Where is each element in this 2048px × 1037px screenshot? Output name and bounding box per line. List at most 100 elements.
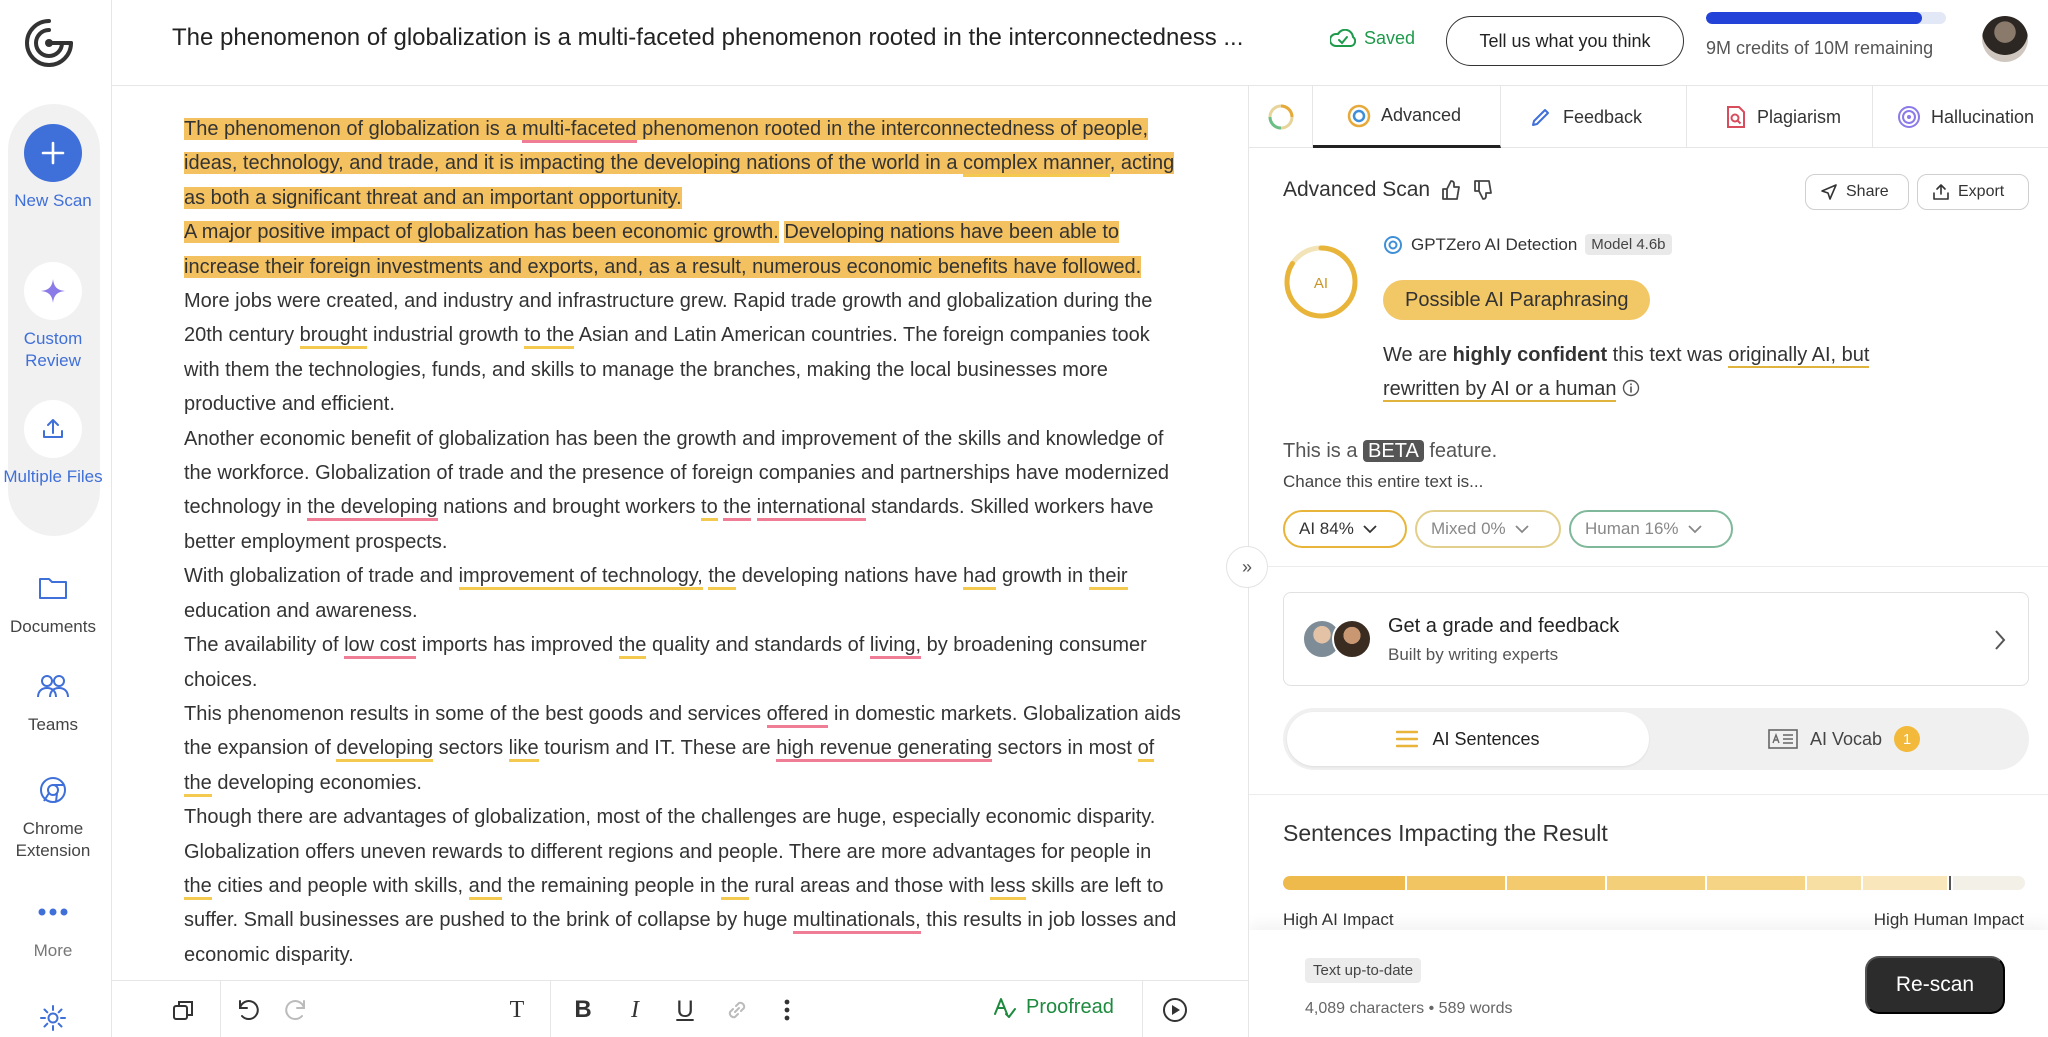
flagged-phrase[interactable]: low cost (344, 634, 417, 660)
plus-icon (24, 124, 82, 182)
editor[interactable]: The phenomenon of globalization is a mul… (112, 86, 1248, 980)
dots-icon (33, 892, 73, 932)
nav-documents[interactable]: Documents (0, 568, 106, 638)
flagged-phrase[interactable]: the (721, 874, 749, 900)
document-search-icon (1727, 106, 1745, 128)
expert-avatar (1332, 619, 1372, 659)
nav-teams[interactable]: Teams (0, 666, 106, 736)
human-probability-dropdown[interactable]: Human 16% (1569, 510, 1733, 548)
flagged-phrase[interactable]: brought (299, 324, 368, 350)
export-icon (1933, 184, 1949, 200)
info-icon[interactable] (1622, 379, 1640, 397)
flagged-phrase[interactable]: the developing (307, 496, 438, 522)
scan-progress-icon[interactable] (1249, 86, 1313, 148)
flagged-phrase[interactable]: multi-faceted (522, 118, 637, 143)
credits-bar (1706, 12, 1946, 24)
nav-chrome-extension[interactable]: Chrome Extension (0, 770, 106, 862)
toolbar-divider (550, 981, 551, 1037)
ai-sentences-tab[interactable]: AI Sentences (1287, 712, 1649, 766)
flagged-phrase[interactable]: living, (869, 634, 922, 660)
copy-icon[interactable] (168, 995, 198, 1025)
ai-highlight[interactable]: The phenomenon of globalization is a mul… (184, 118, 1175, 209)
pen-icon (1532, 109, 1549, 126)
export-button[interactable]: Export (1917, 174, 2029, 210)
flagged-phrase[interactable]: to (701, 496, 718, 522)
thumbs-up-icon[interactable] (1440, 179, 1462, 201)
thumbs-down-icon[interactable] (1472, 179, 1494, 201)
link-icon[interactable] (722, 995, 752, 1025)
up-to-date-badge: Text up-to-date (1305, 958, 1422, 983)
flagged-phrase[interactable]: and (468, 874, 502, 900)
play-icon[interactable] (1160, 995, 1190, 1025)
document-title[interactable]: The phenomenon of globalization is a mul… (172, 24, 1312, 52)
grade-feedback-card[interactable]: Get a grade and feedback Built by writin… (1283, 592, 2029, 686)
flagged-phrase[interactable]: complex manner (963, 152, 1110, 178)
double-chevron-right-icon: » (1241, 556, 1252, 577)
rescan-button[interactable]: Re-scan (1865, 956, 2005, 1014)
model-badge: Model 4.6b (1585, 234, 1672, 255)
flagged-phrase[interactable]: their (1088, 565, 1128, 591)
flagged-phrase[interactable]: to the (524, 324, 575, 350)
new-scan-label: New Scan (14, 191, 92, 210)
gptzero-scan-icon (1347, 104, 1371, 127)
credits-meter: 9M credits of 10M remaining (1706, 12, 1946, 59)
more-label: More (33, 941, 73, 960)
grade-subtitle: Built by writing experts (1388, 645, 1559, 664)
tab-advanced[interactable]: Advanced (1313, 86, 1501, 148)
editor-toolbar: T B I U Proofread (112, 980, 1248, 1037)
flagged-phrase[interactable]: less (990, 874, 1026, 900)
chrome-extension-label: Chrome Extension (15, 819, 91, 860)
flagged-phrase[interactable]: offered (766, 702, 829, 728)
advanced-scan-header: Advanced Scan (1283, 178, 1494, 202)
underline-icon[interactable]: U (670, 995, 700, 1025)
ai-vocab-tab[interactable]: AI Vocab 1 (1663, 712, 2025, 766)
proofread-icon (994, 998, 1016, 1018)
documents-label: Documents (10, 617, 96, 636)
flagged-phrase[interactable]: the (708, 565, 737, 591)
beta-notice: This is a BETA feature. (1283, 440, 1498, 462)
paragraph: A major positive impact of globalization… (184, 221, 1153, 416)
flagged-phrase[interactable]: the (618, 634, 647, 660)
flagged-phrase[interactable]: the (723, 496, 752, 522)
gptzero-logo-icon[interactable] (22, 16, 76, 70)
tab-hallucination[interactable]: Hallucination (1873, 86, 2048, 148)
verdict-badge: Possible AI Paraphrasing (1383, 280, 1651, 320)
flagged-phrase[interactable]: developing (336, 737, 434, 763)
avatar[interactable] (1982, 16, 2028, 62)
tab-feedback[interactable]: Feedback (1501, 86, 1687, 148)
text-format-icon[interactable]: T (502, 995, 532, 1025)
multiple-files-button[interactable]: Multiple Files (0, 400, 106, 488)
essay-text[interactable]: The phenomenon of globalization is a mul… (184, 112, 1184, 972)
flagged-phrase[interactable]: had (963, 565, 997, 591)
flagged-phrase[interactable]: high revenue generating (776, 737, 992, 763)
nav-more[interactable]: More (0, 892, 106, 962)
ai-probability-dropdown[interactable]: AI 84% (1283, 510, 1407, 548)
flagged-phrase[interactable]: improvement of technology, (458, 565, 703, 591)
collapse-panel-button[interactable]: » (1226, 546, 1268, 588)
paragraph: The phenomenon of globalization is a mul… (184, 112, 1184, 215)
flagged-phrase[interactable]: the (184, 874, 212, 900)
new-scan-button[interactable]: New Scan (0, 124, 106, 212)
mixed-probability-dropdown[interactable]: Mixed 0% (1415, 510, 1561, 548)
flagged-phrase[interactable]: multinationals, (792, 909, 921, 935)
impact-segment (1807, 876, 1863, 890)
chance-label: Chance this entire text is... (1283, 472, 1484, 491)
impact-high-label: High Human Impact (1873, 910, 2024, 929)
more-vertical-icon[interactable] (772, 995, 802, 1025)
share-button[interactable]: Share (1805, 174, 1909, 210)
italic-icon[interactable]: I (620, 995, 650, 1025)
custom-review-button[interactable]: Custom Review (0, 262, 106, 372)
flagged-phrase[interactable]: like (508, 737, 539, 763)
gptzero-logo-icon (1384, 235, 1402, 254)
bold-icon[interactable]: B (568, 995, 598, 1025)
redo-icon[interactable] (282, 995, 312, 1025)
tell-us-feedback-button[interactable]: Tell us what you think (1446, 16, 1684, 66)
settings-button[interactable] (0, 998, 106, 1037)
impact-segment (1953, 876, 2025, 890)
proofread-label: Proofread (1026, 995, 1114, 1018)
proofread-button[interactable]: Proofread (992, 995, 1114, 1019)
ai-highlight[interactable]: A major positive impact of globalization… (184, 221, 779, 244)
flagged-phrase[interactable]: international (756, 496, 866, 522)
undo-icon[interactable] (232, 995, 262, 1025)
tab-plagiarism[interactable]: Plagiarism (1687, 86, 1873, 148)
